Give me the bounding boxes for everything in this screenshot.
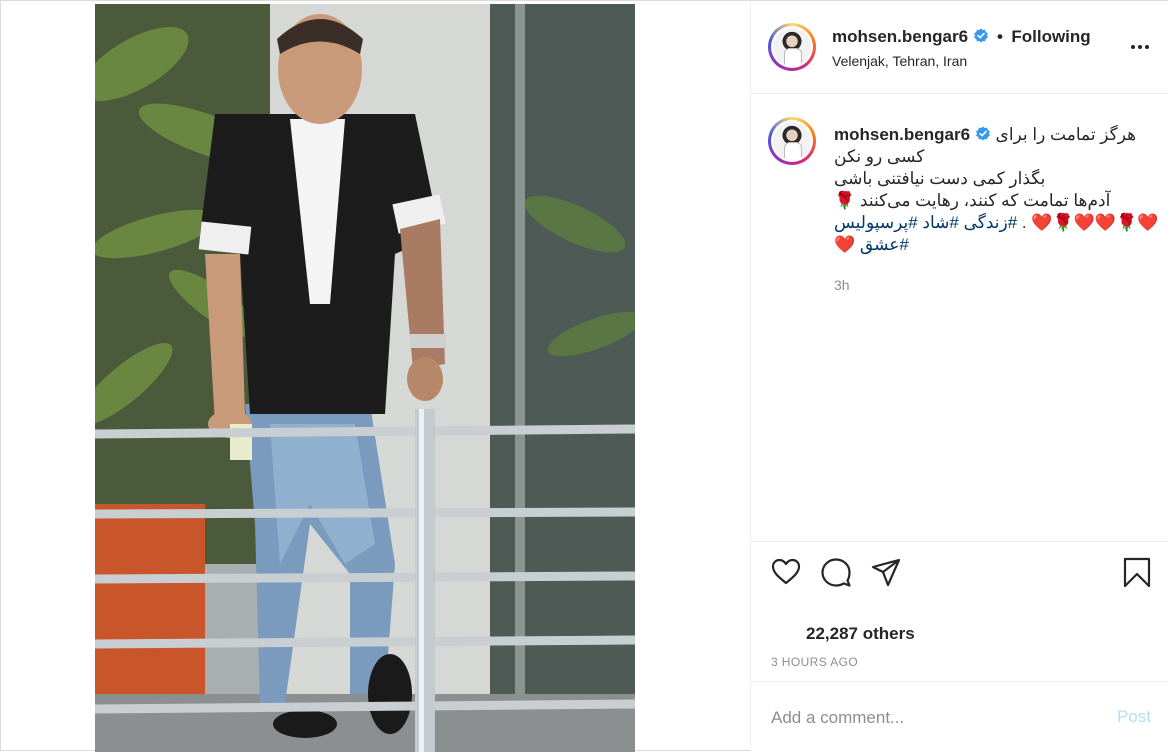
post-image-illustration bbox=[95, 4, 635, 752]
post-comment-button[interactable]: Post bbox=[1117, 707, 1151, 727]
comments-area: mohsen.bengar6 هرگز تمامت را برای کسی رو… bbox=[751, 94, 1168, 541]
caption-author-avatar[interactable] bbox=[768, 117, 816, 165]
post-location[interactable]: Velenjak, Tehran, Iran bbox=[832, 53, 967, 69]
share-icon[interactable] bbox=[870, 556, 902, 588]
author-username[interactable]: mohsen.bengar6 bbox=[832, 27, 968, 46]
post-header: mohsen.bengar6 • Following Velenjak, Teh… bbox=[751, 1, 1168, 94]
caption-line: کسی رو نکن bbox=[834, 147, 925, 166]
author-avatar[interactable] bbox=[768, 23, 816, 71]
caption-hashtags[interactable]: #عشق ❤️ bbox=[834, 234, 1134, 256]
post-dialog: mohsen.bengar6 • Following Velenjak, Teh… bbox=[0, 0, 1168, 752]
avatar-photo bbox=[773, 28, 811, 66]
post-side-panel: mohsen.bengar6 • Following Velenjak, Teh… bbox=[750, 1, 1168, 752]
caption-line: هرگز تمامت را برای bbox=[995, 125, 1137, 144]
post-caption: mohsen.bengar6 هرگز تمامت را برای کسی رو… bbox=[834, 124, 1158, 256]
caption-line: آدم‌ها تمامت که کنند، رهایت می‌کنند 🌹 bbox=[834, 191, 1111, 210]
post-timestamp: 3 HOURS AGO bbox=[771, 655, 859, 669]
separator-dot: • bbox=[996, 27, 1003, 46]
likes-count[interactable]: 22,287 others bbox=[806, 624, 915, 644]
comment-icon[interactable] bbox=[820, 556, 852, 588]
caption-hashtags[interactable]: #زندگی #شاد #پرسپولیس bbox=[834, 213, 1017, 232]
heart-icon[interactable] bbox=[770, 556, 802, 588]
caption-username[interactable]: mohsen.bengar6 bbox=[834, 125, 970, 144]
caption-line: بگذار کمی دست نیافتنی باشی bbox=[834, 169, 1046, 188]
comment-input[interactable] bbox=[771, 706, 1091, 730]
add-comment-bar: Post bbox=[751, 681, 1168, 752]
action-bar: 22,287 others 3 HOURS AGO bbox=[751, 541, 1168, 681]
bookmark-icon[interactable] bbox=[1121, 556, 1153, 588]
avatar-photo bbox=[773, 122, 811, 160]
verified-badge-icon bbox=[973, 28, 988, 43]
verified-badge-icon bbox=[975, 126, 990, 141]
caption-timestamp: 3h bbox=[834, 277, 850, 293]
post-photo[interactable] bbox=[95, 4, 635, 752]
author-line: mohsen.bengar6 • Following bbox=[832, 27, 1091, 47]
follow-status-button[interactable]: Following bbox=[1011, 27, 1090, 46]
caption-emoji-line: ❤️🌹❤️❤️🌹❤️ . bbox=[1021, 213, 1159, 232]
more-options-icon[interactable] bbox=[1130, 37, 1150, 57]
